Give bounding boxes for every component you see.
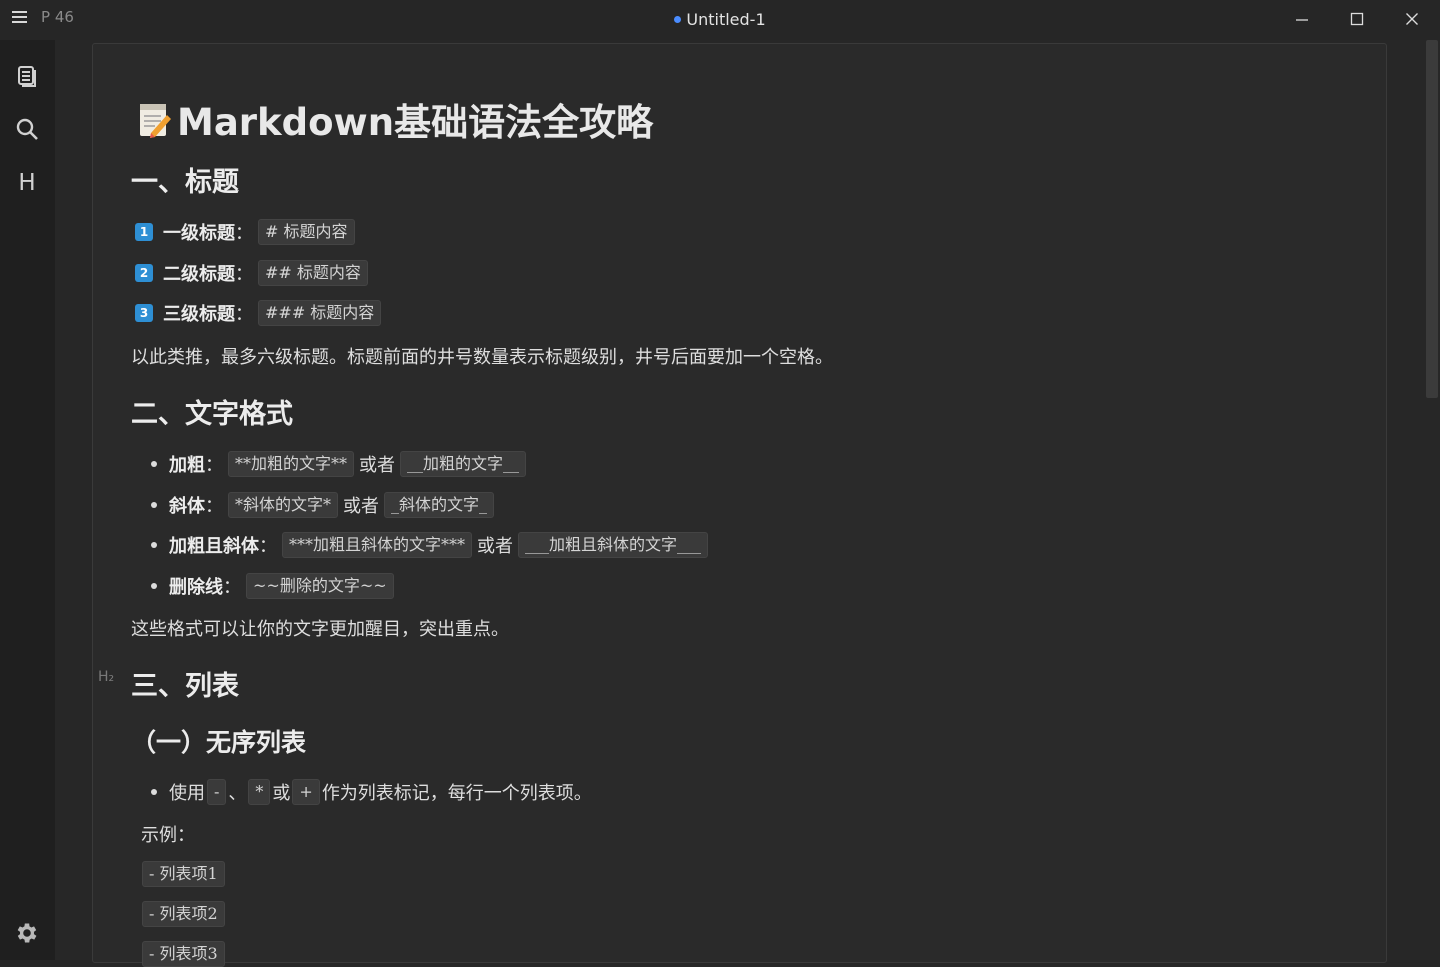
keycap-2-icon: 2 xyxy=(135,264,153,282)
minimize-button[interactable] xyxy=(1282,8,1322,32)
section-heading-headings: 一、标题 xyxy=(131,167,239,198)
settings-icon[interactable] xyxy=(14,920,40,946)
maximize-button[interactable] xyxy=(1337,8,1377,32)
inline-code: __加粗的文字__ xyxy=(400,451,527,477)
list-item: 1 一级标题： # 标题内容 xyxy=(131,219,360,245)
sidebar: H xyxy=(0,40,55,960)
paragraph: 以此类推，最多六级标题。标题前面的井号数量表示标题级别，井号后面要加一个空格。 xyxy=(131,347,833,368)
bullet xyxy=(151,502,157,508)
inline-code: _斜体的文字_ xyxy=(384,492,495,518)
inline-code: ~~删除的文字~~ xyxy=(246,573,394,599)
list-item: 3 三级标题： ### 标题内容 xyxy=(131,300,386,326)
list-item: 使用 - 、 * 或 + 作为列表标记，每行一个列表项。 xyxy=(131,779,592,805)
keycap-1-icon: 1 xyxy=(135,223,153,241)
paragraph: 这些格式可以让你的文字更加醒目，突出重点。 xyxy=(131,619,509,640)
section-heading-lists: 三、列表 xyxy=(131,671,239,702)
list-item: 斜体： *斜体的文字* 或者 _斜体的文字_ xyxy=(131,492,499,518)
inline-code: * xyxy=(248,779,271,805)
inline-code: + xyxy=(292,779,320,805)
list-item: 2 二级标题： ## 标题内容 xyxy=(131,260,373,286)
inline-code: ## 标题内容 xyxy=(258,260,368,286)
bullet xyxy=(151,789,157,795)
inline-code: **加粗的文字** xyxy=(228,451,355,477)
inline-code: ___加粗且斜体的文字___ xyxy=(518,532,709,558)
keycap-3-icon: 3 xyxy=(135,304,153,322)
close-button[interactable] xyxy=(1392,8,1432,32)
heading-level-marker: H₂ xyxy=(98,669,115,685)
bullet xyxy=(151,583,157,589)
inline-code: *斜体的文字* xyxy=(228,492,339,518)
subsection-heading-unordered: （一）无序列表 xyxy=(131,728,307,757)
code-line: - 列表项2 xyxy=(142,901,225,927)
bullet xyxy=(151,542,157,548)
list-item: 删除线： ~~删除的文字~~ xyxy=(131,573,399,599)
example-label: 示例： xyxy=(141,825,195,846)
inline-code: ### 标题内容 xyxy=(258,300,382,326)
search-icon[interactable] xyxy=(14,116,40,142)
inline-code: - xyxy=(207,779,227,805)
heading-outline-icon[interactable]: H xyxy=(14,170,40,196)
inline-code: ***加粗且斜体的文字*** xyxy=(282,532,473,558)
files-icon[interactable] xyxy=(14,62,40,88)
section-heading-text-format: 二、文字格式 xyxy=(131,399,293,430)
window-title: Untitled-1 xyxy=(0,10,1440,29)
unsaved-dot xyxy=(674,16,682,23)
bullet xyxy=(151,461,157,467)
scrollbar-thumb[interactable] xyxy=(1426,40,1438,398)
document-title: Markdown基础语法全攻略 xyxy=(137,92,653,148)
title-bar: P 46 Untitled-1 xyxy=(0,0,1440,40)
list-item: 加粗且斜体： ***加粗且斜体的文字*** 或者 ___加粗且斜体的文字___ xyxy=(131,532,713,558)
inline-code: # 标题内容 xyxy=(258,219,355,245)
memo-icon xyxy=(137,101,173,148)
list-item: 加粗： **加粗的文字** 或者 __加粗的文字__ xyxy=(131,451,531,477)
code-line: - 列表项1 xyxy=(142,861,225,887)
code-line: - 列表项3 xyxy=(142,941,225,967)
